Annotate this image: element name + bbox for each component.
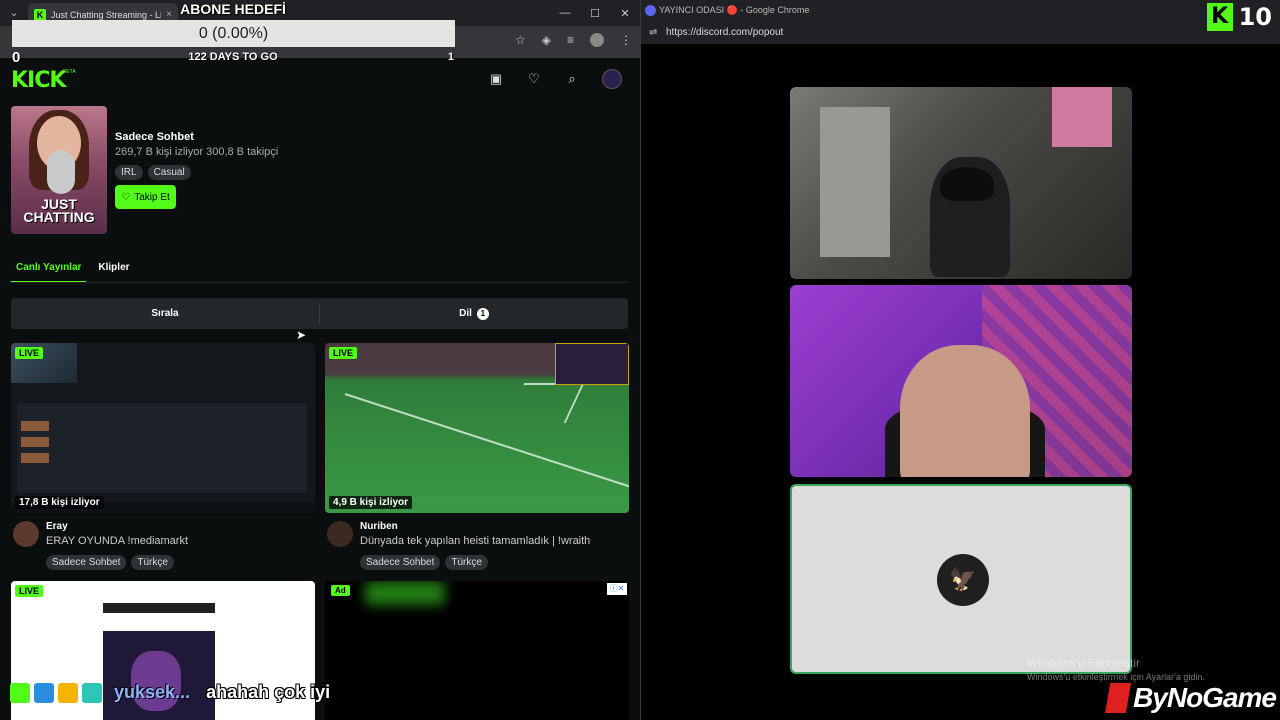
site-settings-icon[interactable]: ⇌	[649, 27, 657, 38]
video-tile[interactable]	[790, 285, 1132, 477]
heart-icon: ♡	[121, 191, 131, 203]
live-badge: LIVE	[329, 347, 358, 359]
live-badge: LIVE	[15, 585, 44, 597]
language-filter-button[interactable]: Dil 1	[320, 298, 628, 329]
tag-pill[interactable]: IRL	[115, 165, 143, 180]
mouse-cursor-icon: ➤	[296, 328, 307, 342]
tab-live-streams[interactable]: Canlı Yayınlar	[11, 262, 87, 283]
live-badge: LIVE	[15, 347, 44, 359]
sub-badge-icon	[82, 682, 102, 703]
sponsor-logo: ByNoGame	[1105, 682, 1277, 714]
profile-avatar[interactable]	[590, 33, 604, 47]
chat-message: ahahah çok iyi	[206, 682, 331, 702]
tag-pill[interactable]: Sadece Sohbet	[360, 555, 441, 570]
goal-max-value: 1	[447, 51, 454, 63]
viewer-count: 4,9 B kişi izliyor	[329, 496, 413, 509]
sort-button[interactable]: Sırala	[11, 298, 319, 329]
language-count-badge: 1	[476, 307, 489, 320]
ad-card[interactable]: Ad ⓘ✕	[325, 581, 629, 720]
activation-line-1: Windows'u Etkinleştir	[1027, 656, 1140, 670]
windows-activation-watermark: Windows'u Etkinleştir Windows'u etkinleş…	[1027, 656, 1205, 682]
filter-bar: Sırala Dil 1	[11, 298, 628, 329]
ad-badge: Ad	[331, 585, 350, 596]
kick-counter-value: 10	[1238, 3, 1272, 31]
viewer-count: 17,8 B kişi izliyor	[15, 496, 104, 509]
kick-counter: K 10	[1206, 3, 1272, 31]
activation-line-2: Windows'u etkinleştirmek için Ayarlar'a …	[1027, 672, 1205, 682]
ad-info-icon[interactable]: ⓘ✕	[607, 583, 627, 595]
tab-clips[interactable]: Klipler	[98, 262, 129, 283]
video-tile[interactable]	[790, 87, 1132, 279]
microphone-icon	[47, 150, 75, 194]
stream-thumbnail[interactable]: LIVE 4,9 B kişi izliyor	[325, 343, 629, 513]
tag-pill[interactable]: Türkçe	[131, 555, 174, 570]
bynogame-logo-icon	[1105, 683, 1132, 713]
language-label: Dil	[459, 308, 472, 319]
minimize-button[interactable]: —	[550, 0, 580, 26]
browser-menu-icon[interactable]: ⋮	[620, 33, 632, 47]
media-controls-icon[interactable]: ≡	[567, 33, 574, 47]
bookmark-star-icon[interactable]: ☆	[515, 33, 526, 47]
sponsor-name: ByNoGame	[1133, 682, 1277, 713]
category-name: Sadece Sohbet	[115, 131, 194, 143]
kick-badge-icon	[10, 682, 30, 703]
tag-pill[interactable]: Sadece Sohbet	[46, 555, 127, 570]
category-tags: IRL Casual	[115, 165, 191, 180]
stream-title[interactable]: ERAY OYUNDA !mediamarkt	[46, 535, 188, 547]
screen: ⌄ K Just Chatting Streaming - Live × — ☐…	[0, 0, 1280, 720]
browse-icon[interactable]: ▣	[488, 71, 504, 87]
discord-icon	[645, 5, 656, 16]
category-thumb-label: JUST CHATTING	[23, 196, 95, 225]
window-titlebar: YAYINCI ODASI 🔴 - Google Chrome	[641, 0, 1280, 22]
arrow-badge-icon	[34, 682, 54, 703]
category-thumbnail: JUST CHATTING	[11, 106, 107, 234]
chat-username: yuksek...	[114, 682, 191, 702]
following-heart-icon[interactable]: ♡	[526, 71, 542, 87]
streamer-avatar[interactable]	[327, 521, 353, 547]
search-icon[interactable]: ⌕	[564, 71, 580, 87]
category-tabs: Canlı Yayınlar Klipler	[11, 262, 130, 283]
tag-pill[interactable]: Casual	[147, 165, 191, 180]
ad-thumbnail[interactable]: Ad ⓘ✕	[325, 581, 629, 720]
kick-browser-window: ⌄ K Just Chatting Streaming - Live × — ☐…	[0, 0, 640, 720]
window-controls: — ☐ ✕	[550, 0, 640, 26]
streamer-avatar[interactable]	[13, 521, 39, 547]
follow-button[interactable]: ♡ Takip Et	[115, 185, 176, 209]
follow-label: Takip Et	[134, 191, 170, 203]
eagle-avatar-icon: 🦅	[937, 554, 989, 606]
category-stats: 269,7 B kişi izliyor 300,8 B takipçi	[115, 146, 279, 158]
streamer-name[interactable]: Eray	[46, 521, 68, 532]
url-bar: ⇌ https://discord.com/popout	[641, 22, 1280, 44]
goal-title: ABONE HEDEFİ	[180, 1, 286, 17]
user-avatar[interactable]	[602, 69, 622, 89]
kick-beta-label: BETA	[63, 69, 76, 75]
subscription-goal-overlay: ABONE HEDEFİ 0 (0.00%) 0 122 DAYS TO GO …	[10, 0, 456, 66]
maximize-button[interactable]: ☐	[580, 0, 610, 26]
url-text[interactable]: https://discord.com/popout	[666, 27, 783, 38]
tag-pill[interactable]: Türkçe	[445, 555, 488, 570]
goal-progress-bar: 0 (0.00%)	[12, 20, 455, 47]
crown-badge-icon	[58, 682, 78, 703]
chat-overlay: yuksek... ahahah çok iyi	[10, 682, 330, 703]
window-title: YAYINCI ODASI 🔴 - Google Chrome	[659, 5, 810, 15]
sort-label: Sırala	[151, 308, 179, 319]
kick-logo-icon: K	[1206, 3, 1233, 31]
stream-thumbnail[interactable]: LIVE 17,8 B kişi izliyor	[11, 343, 315, 513]
goal-days-left: 122 DAYS TO GO	[188, 51, 278, 63]
extensions-icon[interactable]: ◈	[542, 33, 551, 47]
tabs-divider	[11, 282, 628, 283]
discord-popout-window: YAYINCI ODASI 🔴 - Google Chrome ⇌ https:…	[640, 0, 1280, 720]
stream-title[interactable]: Dünyada tek yapılan heisti tamamladık | …	[360, 535, 590, 547]
close-window-button[interactable]: ✕	[610, 0, 640, 26]
stream-card[interactable]: LIVE 4,9 B kişi izliyor Nuriben Dünyada …	[325, 343, 629, 575]
stream-card[interactable]: LIVE 17,8 B kişi izliyor Eray ERAY OYUND…	[11, 343, 315, 575]
video-tile-speaking[interactable]: 🦅	[790, 484, 1132, 674]
kick-logo[interactable]: KICK	[11, 68, 66, 93]
streamer-name[interactable]: Nuriben	[360, 521, 398, 532]
